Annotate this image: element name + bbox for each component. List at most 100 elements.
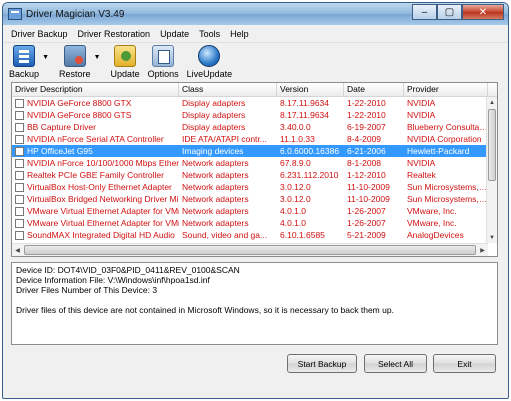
row-checkbox[interactable] bbox=[15, 218, 24, 228]
table-row[interactable]: NVIDIA nForce Serial ATA Controller IDE A… bbox=[12, 133, 488, 145]
restore-dropdown-icon[interactable]: ▼ bbox=[94, 54, 101, 61]
backup-button[interactable]: Backup ▼ bbox=[9, 45, 49, 79]
minimize-button[interactable]: ‒ bbox=[412, 4, 437, 20]
table-header: Driver Description Class Version Date Pr… bbox=[12, 83, 497, 97]
driver-description-cell: SoundMAX Integrated Digital HD Audio bbox=[12, 229, 179, 241]
row-checkbox[interactable] bbox=[15, 170, 24, 180]
table-row[interactable]: VirtualBox Bridged Networking Driver Mi n… bbox=[12, 193, 488, 205]
select-all-button[interactable]: Select All bbox=[364, 354, 427, 373]
table-row[interactable]: HP OfficeJet G95 Imaging devices 6.0.6000.… bbox=[12, 145, 488, 157]
table-row[interactable]: SoundMAX Integrated Digital HD Audio Soun… bbox=[12, 229, 488, 241]
driver-provider-cell: NVIDIA bbox=[407, 158, 436, 168]
driver-date-cell: 6-19-2007 bbox=[347, 122, 386, 132]
driver-description-cell: NVIDIA nForce 10/100/1000 Mbps Ethernet bbox=[12, 157, 179, 169]
driver-description-text: Realtek PCIe GBE Family Controller bbox=[27, 170, 164, 180]
column-header-version[interactable]: Version bbox=[277, 83, 344, 96]
driver-version-cell: 3.0.12.0 bbox=[280, 182, 311, 192]
scroll-right-icon[interactable]: ▶ bbox=[477, 244, 488, 256]
menu-tools[interactable]: Tools bbox=[195, 29, 224, 39]
table-row[interactable]: NVIDIA nForce 10/100/1000 Mbps Ethernet N… bbox=[12, 157, 488, 169]
driver-class-cell: IDE ATA/ATAPI contr... bbox=[182, 134, 267, 144]
scroll-left-icon[interactable]: ◀ bbox=[12, 244, 23, 256]
table-row[interactable]: NVIDIA GeForce 8800 GTS Display adapters 8… bbox=[12, 109, 488, 121]
title-bar[interactable]: Driver Magician V3.49 ‒ ▢ ✕ bbox=[3, 3, 508, 25]
horizontal-scrollbar[interactable]: ◀ ▶ bbox=[12, 243, 488, 256]
driver-version-cell: 8.17.11.9634 bbox=[280, 110, 329, 120]
driver-class-cell: Network adapters bbox=[182, 182, 249, 192]
driver-description-text: SoundMAX Integrated Digital HD Audio bbox=[27, 230, 175, 240]
vertical-scrollbar[interactable]: ▲ ▼ bbox=[486, 97, 497, 243]
table-row[interactable]: BB Capture Driver Display adapters 3.40.0.… bbox=[12, 121, 488, 133]
row-checkbox[interactable] bbox=[15, 122, 24, 132]
menu-driver-restoration[interactable]: Driver Restoration bbox=[74, 29, 155, 39]
row-checkbox[interactable] bbox=[15, 134, 24, 144]
table-row[interactable]: VMware Virtual Ethernet Adapter for VMne… bbox=[12, 217, 488, 229]
table-row[interactable]: NVIDIA GeForce 8800 GTX Display adapters 8… bbox=[12, 97, 488, 109]
start-backup-button[interactable]: Start Backup bbox=[287, 354, 357, 373]
driver-provider-cell: NVIDIA Corporation bbox=[407, 134, 482, 144]
backup-dropdown-icon[interactable]: ▼ bbox=[42, 54, 49, 61]
exit-button[interactable]: Exit bbox=[433, 354, 496, 373]
menu-driver-backup[interactable]: Driver Backup bbox=[7, 29, 72, 39]
driver-date-cell: 5-21-2009 bbox=[347, 230, 386, 240]
device-id-text: Device ID: DOT4\VID_03F0&PID_0411&REV_01… bbox=[16, 265, 240, 275]
driver-class-cell: Network adapters bbox=[182, 218, 249, 228]
driver-description-cell: NVIDIA GeForce 8800 GTX bbox=[12, 97, 179, 109]
restore-icon bbox=[63, 45, 86, 67]
table-row[interactable]: VirtualBox Host-Only Ethernet Adapter Net… bbox=[12, 181, 488, 193]
table-row[interactable]: Realtek PCIe GBE Family Controller Networ… bbox=[12, 169, 488, 181]
driver-date-cell: 11-10-2009 bbox=[347, 194, 390, 204]
column-header-date[interactable]: Date bbox=[344, 83, 404, 96]
column-header-description[interactable]: Driver Description bbox=[12, 83, 179, 96]
device-details-panel: Device ID: DOT4\VID_03F0&PID_0411&REV_01… bbox=[11, 262, 498, 345]
row-checkbox[interactable] bbox=[15, 110, 24, 120]
driver-version-cell: 3.40.0.0 bbox=[280, 122, 311, 132]
table-body: NVIDIA GeForce 8800 GTX Display adapters 8… bbox=[12, 97, 488, 253]
row-checkbox[interactable] bbox=[15, 158, 24, 168]
table-row[interactable]: VMware Virtual Ethernet Adapter for VMne… bbox=[12, 205, 488, 217]
update-icon bbox=[114, 45, 137, 67]
update-button[interactable]: Update bbox=[111, 45, 140, 79]
update-label: Update bbox=[110, 69, 140, 79]
driver-description-text: NVIDIA GeForce 8800 GTX bbox=[27, 98, 132, 108]
driver-date-cell: 11-10-2009 bbox=[347, 182, 390, 192]
row-checkbox[interactable] bbox=[15, 230, 24, 240]
close-button[interactable]: ✕ bbox=[462, 4, 504, 20]
row-checkbox[interactable] bbox=[15, 206, 24, 216]
liveupdate-label: LiveUpdate bbox=[186, 69, 233, 79]
scroll-up-icon[interactable]: ▲ bbox=[487, 97, 497, 108]
driver-version-cell: 4.0.1.0 bbox=[280, 218, 306, 228]
driver-class-cell: Display adapters bbox=[182, 98, 246, 108]
options-button[interactable]: Options bbox=[148, 45, 179, 79]
maximize-button[interactable]: ▢ bbox=[437, 4, 462, 20]
row-checkbox[interactable] bbox=[15, 98, 24, 108]
column-header-class[interactable]: Class bbox=[179, 83, 277, 96]
driver-date-cell: 1-26-2007 bbox=[347, 206, 386, 216]
driver-provider-cell: NVIDIA bbox=[407, 110, 436, 120]
column-header-provider[interactable]: Provider bbox=[404, 83, 488, 96]
driver-table[interactable]: Driver Description Class Version Date Pr… bbox=[11, 82, 498, 257]
backup-label: Backup bbox=[9, 69, 40, 79]
liveupdate-button[interactable]: LiveUpdate bbox=[186, 45, 233, 79]
row-checkbox[interactable] bbox=[15, 146, 24, 156]
restore-button[interactable]: Restore ▼ bbox=[59, 45, 101, 79]
driver-description-text: VMware Virtual Ethernet Adapter for VMne… bbox=[27, 218, 179, 228]
row-checkbox[interactable] bbox=[15, 194, 24, 204]
driver-class-cell: Network adapters bbox=[182, 206, 249, 216]
driver-provider-cell: VMware, Inc. bbox=[407, 218, 457, 228]
scroll-down-icon[interactable]: ▼ bbox=[487, 232, 497, 243]
vertical-scroll-thumb[interactable] bbox=[488, 109, 496, 181]
device-info-file-text: Device Information File: V:\Windows\inf\… bbox=[16, 275, 210, 285]
menu-update[interactable]: Update bbox=[156, 29, 193, 39]
driver-description-text: HP OfficeJet G95 bbox=[27, 146, 93, 156]
driver-provider-cell: Sun Microsystems, Inc. bbox=[407, 182, 488, 192]
driver-class-cell: Sound, video and ga... bbox=[182, 230, 268, 240]
driver-class-cell: Imaging devices bbox=[182, 146, 244, 156]
driver-class-cell: Network adapters bbox=[182, 194, 249, 204]
menu-help[interactable]: Help bbox=[226, 29, 253, 39]
driver-version-cell: 6.10.1.6585 bbox=[280, 230, 325, 240]
restore-label: Restore bbox=[59, 69, 91, 79]
row-checkbox[interactable] bbox=[15, 182, 24, 192]
horizontal-scroll-thumb[interactable] bbox=[24, 245, 476, 255]
driver-description-text: NVIDIA nForce Serial ATA Controller bbox=[27, 134, 164, 144]
